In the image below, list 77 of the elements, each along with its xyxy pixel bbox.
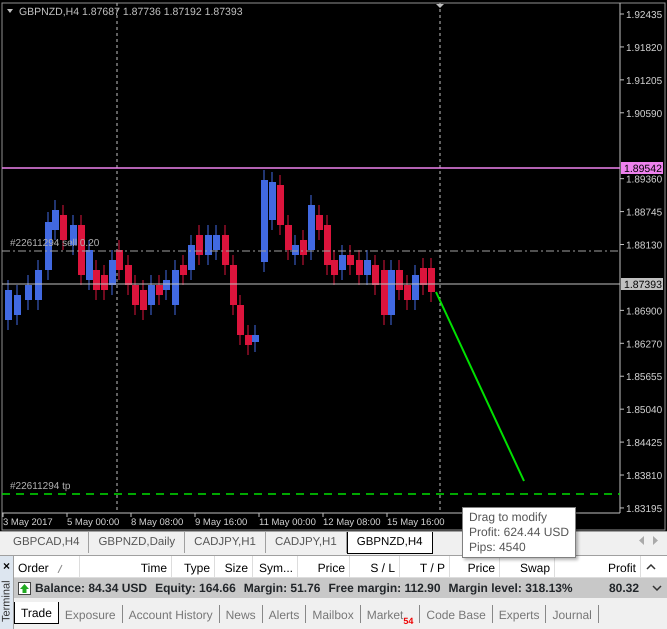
price-tick: 1.83810 [626, 471, 662, 482]
panel-tab[interactable]: Alerts [262, 605, 306, 623]
profit-value: 80.32 [608, 580, 639, 597]
tooltip-line: Profit: 624.44 USD [469, 525, 570, 540]
candle [25, 274, 32, 310]
close-button[interactable]: × [2, 560, 10, 572]
horizontal-line[interactable] [2, 167, 620, 169]
chart-tab[interactable]: CADJPY,H1 [185, 532, 266, 553]
column-header[interactable]: Swap [520, 561, 550, 575]
chart-tab[interactable]: GBPNZD,Daily [89, 532, 186, 553]
column-header[interactable]: Price [468, 561, 495, 575]
account-summary: Margin level: 318.13% [448, 580, 573, 597]
price-tick: 1.92435 [626, 10, 662, 21]
price-tick: 1.85040 [626, 405, 662, 416]
tooltip-line: Drag to modify [469, 510, 548, 525]
column-header[interactable]: S / L [370, 561, 395, 575]
price-tick: 1.86270 [626, 339, 662, 350]
account-summary: Margin: 51.76 [244, 580, 320, 597]
panel-tab[interactable]: Market$_{54}$ [360, 605, 420, 623]
chart-tab[interactable]: GBPNZD,H4 [346, 532, 433, 554]
column-header[interactable]: Price [318, 561, 345, 575]
column-header[interactable]: Size [224, 561, 248, 575]
scroll-down-icon[interactable] [652, 585, 662, 591]
price-tick: 1.90590 [626, 108, 662, 120]
price-tick: 1.91820 [626, 42, 662, 54]
tooltip-line: Pips: 4540 [469, 540, 527, 555]
account-summary: Equity: 164.66 [155, 580, 236, 597]
order-line[interactable] [2, 250, 620, 252]
panel-tab[interactable]: Trade [14, 602, 59, 624]
panel-tab[interactable]: Journal [546, 605, 599, 623]
candle [35, 260, 42, 310]
candle [5, 280, 12, 330]
price-tick: 1.83195 [626, 504, 662, 515]
time-tick: 11 May 00:00 [259, 517, 316, 528]
panel-tab[interactable]: News [220, 605, 263, 623]
take-profit-line[interactable] [2, 493, 620, 495]
time-tick: 3 May 2017 [3, 517, 53, 528]
column-header[interactable]: Order [18, 561, 49, 575]
account-summary: Free margin: 112.90 [328, 580, 441, 597]
price-tick: 1.88745 [626, 208, 662, 219]
column-header[interactable]: T / P [420, 561, 445, 575]
up-arrow-icon [18, 582, 31, 594]
trend-line[interactable] [435, 292, 525, 482]
symbol-label: GBPNZD,H4 [19, 6, 80, 18]
time-tick: 8 May 08:00 [131, 517, 184, 528]
column-header[interactable]: Sym... [258, 561, 293, 575]
price-label: 1.89542 [621, 162, 663, 175]
time-tick: 12 May 08:00 [323, 517, 381, 528]
column-header[interactable]: Profit [608, 561, 636, 575]
price-values: 1.87687 1.87736 1.87192 1.87393 [82, 6, 243, 18]
sort-icon[interactable] [56, 564, 63, 574]
count-label: 54 [403, 616, 414, 626]
price-tick: 1.88130 [626, 240, 662, 252]
price-tick: 1.91205 [626, 76, 662, 87]
price-tick: 1.84425 [626, 438, 662, 450]
panel-tab[interactable]: Exposure [58, 605, 123, 623]
price-tick: 1.86900 [626, 306, 662, 318]
account-summary: Balance: 84.34 USD [35, 580, 148, 597]
panel-tab[interactable]: Code Base [420, 605, 493, 623]
column-header[interactable]: Time [140, 561, 167, 575]
time-tick: 9 May 16:00 [195, 517, 248, 528]
panel-title: Terminal [0, 580, 14, 622]
dropdown-icon[interactable] [7, 9, 13, 13]
column-header[interactable]: Type [184, 561, 210, 575]
panel-tab[interactable]: Account History [122, 605, 220, 623]
scroll-up-icon[interactable] [646, 564, 656, 570]
candle [14, 284, 21, 326]
price-tick: 1.85655 [626, 372, 662, 384]
shift-marker-icon[interactable] [436, 4, 444, 8]
price-label: 1.87393 [621, 278, 663, 291]
price-tick: 1.89360 [626, 174, 662, 186]
chart-tab[interactable]: GBPCAD,H4 [4, 532, 90, 553]
order-label: #22611294 tp [10, 481, 70, 492]
panel-tab[interactable]: Experts [492, 605, 546, 623]
time-tick: 15 May 16:00 [387, 517, 445, 528]
panel-tab[interactable]: Mailbox [306, 605, 361, 623]
time-tick: 5 May 00:00 [67, 517, 120, 528]
